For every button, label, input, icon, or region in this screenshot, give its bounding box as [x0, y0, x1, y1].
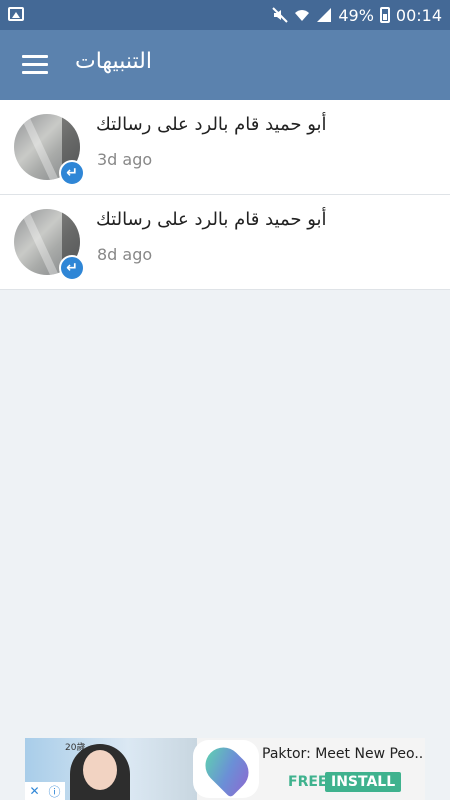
notification-time: 3d ago — [97, 150, 153, 169]
wifi-icon — [294, 7, 310, 23]
reply-icon: ↵ — [59, 160, 85, 186]
mute-icon — [272, 7, 289, 23]
battery-percent: 49% — [338, 5, 374, 25]
info-icon[interactable]: ⓘ — [48, 783, 60, 800]
close-icon[interactable]: ✕ — [29, 784, 39, 798]
battery-icon — [379, 7, 390, 23]
install-button[interactable]: INSTALL — [325, 772, 402, 792]
signal-icon — [316, 7, 332, 23]
hamburger-icon[interactable] — [22, 55, 48, 75]
reply-icon: ↵ — [59, 255, 85, 281]
ad-image[interactable]: 20歲 ✕ ⓘ — [25, 738, 197, 800]
notification-text: أبو حميد قام بالرد على رسالتك — [96, 209, 327, 230]
status-icons: 49% 00:14 — [272, 0, 442, 30]
ad-title[interactable]: Paktor: Meet New Peo... — [262, 746, 422, 762]
page-title: التنبيهات — [75, 49, 152, 74]
notification-item[interactable]: ↵ أبو حميد قام بالرد على رسالتك 8d ago — [0, 195, 450, 290]
notification-item[interactable]: ↵ أبو حميد قام بالرد على رسالتك 3d ago — [0, 100, 450, 195]
notifications-list: ↵ أبو حميد قام بالرد على رسالتك 3d ago ↵… — [0, 100, 450, 290]
notification-time: 8d ago — [97, 245, 153, 264]
notification-text: أبو حميد قام بالرد على رسالتك — [96, 114, 327, 135]
status-bar: 49% 00:14 — [0, 0, 450, 30]
ad-controls: ✕ ⓘ — [25, 782, 65, 800]
app-bar — [0, 30, 450, 100]
image-icon — [8, 7, 24, 21]
clock-time: 00:14 — [395, 5, 442, 25]
ad-free-label: FREE — [288, 774, 328, 790]
app-logo-icon[interactable] — [193, 740, 259, 798]
ad-banner[interactable]: 20歲 ✕ ⓘ Paktor: Meet New Peo... FREE INS… — [25, 738, 425, 800]
